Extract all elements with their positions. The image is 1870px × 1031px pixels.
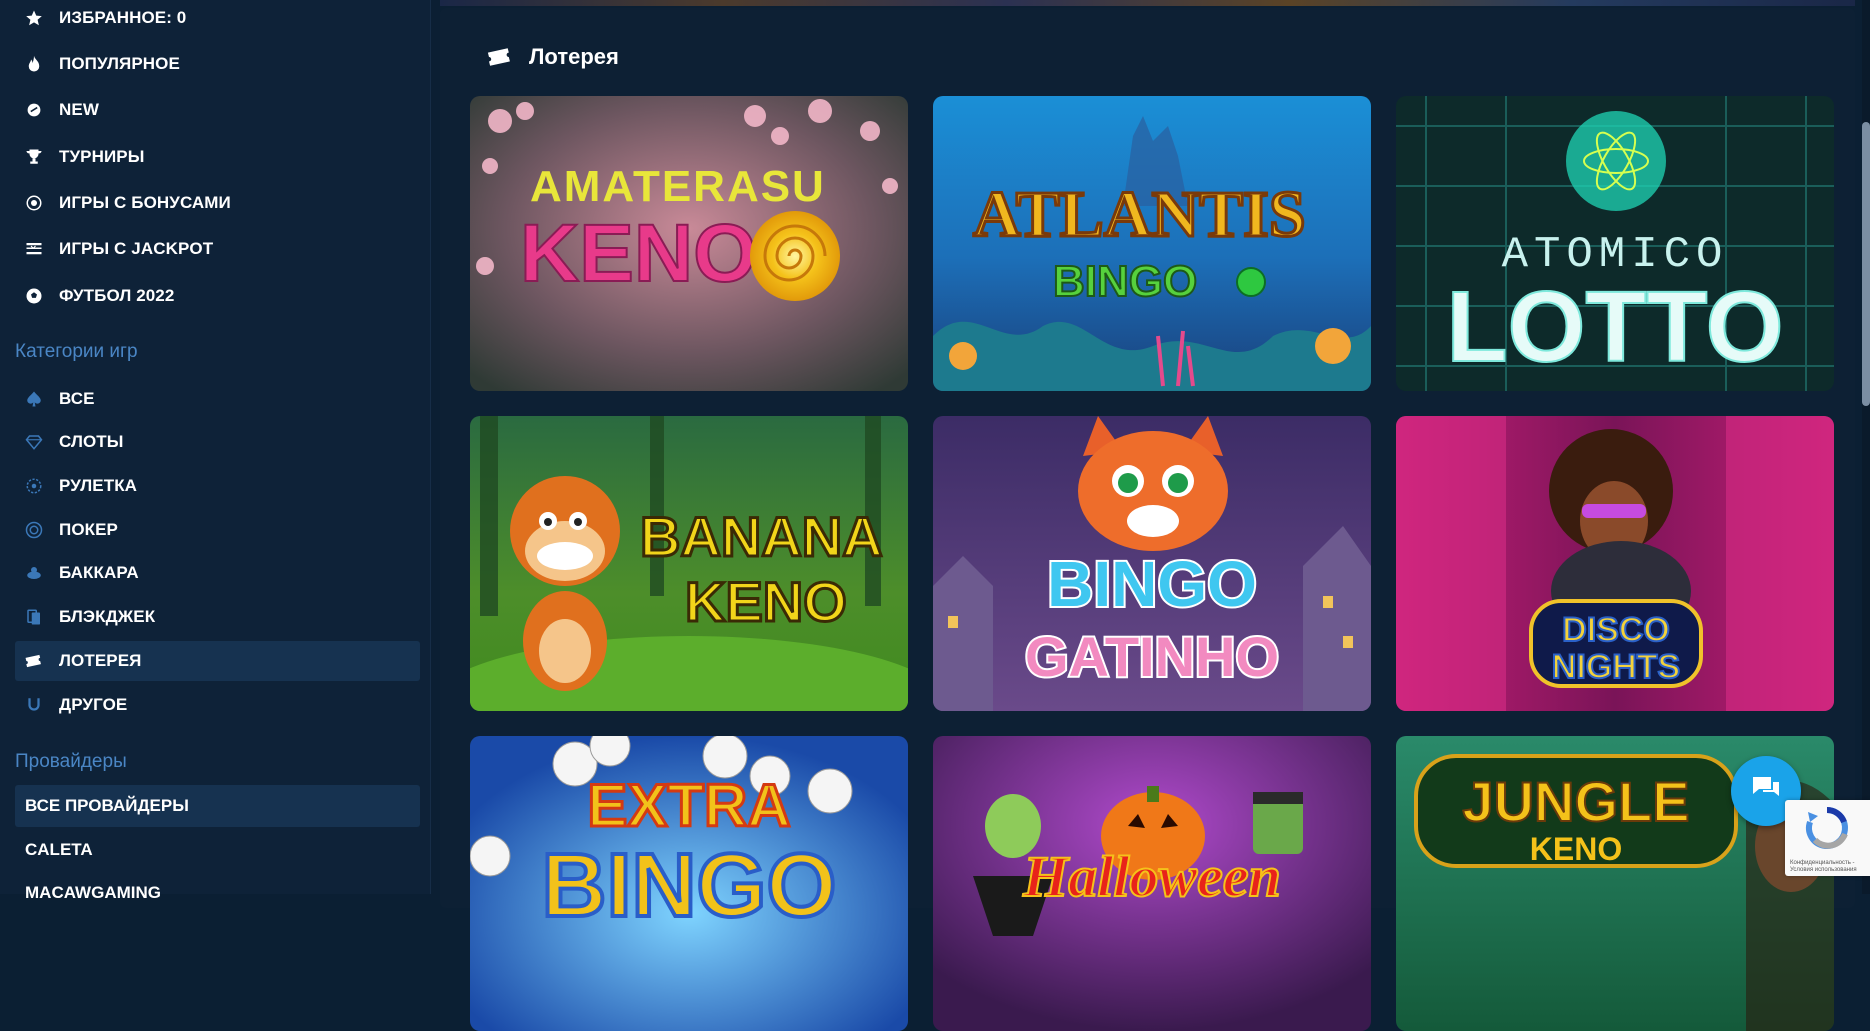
game-title-line1: AMATERASU xyxy=(530,162,826,211)
poker-chip-icon xyxy=(23,519,45,541)
game-title-line1: ATLANTIS xyxy=(973,178,1306,251)
jackpot-icon xyxy=(23,238,45,260)
provider-macawgaming[interactable]: MACAWGAMING xyxy=(15,872,420,914)
nav-favorites[interactable]: ИЗБРАННОЕ: 0 xyxy=(15,0,420,38)
provider-label: CALETA xyxy=(25,840,93,859)
category-roulette[interactable]: РУЛЕТКА xyxy=(15,466,420,506)
nav-label: ТУРНИРЫ xyxy=(59,147,145,166)
new-icon xyxy=(23,99,45,121)
game-tile-atomico-lotto[interactable]: ATOMICO LOTTO xyxy=(1396,96,1834,391)
game-title-line1: BANANA xyxy=(640,505,883,568)
providers-title: Провайдеры xyxy=(15,751,127,772)
category-baccarat[interactable]: БАККАРА xyxy=(15,553,420,593)
nav-bonus-games[interactable]: ИГРЫ С БОНУСАМИ xyxy=(15,183,420,223)
scrollbar-thumb[interactable] xyxy=(1862,122,1870,406)
game-title-line1: EXTRA xyxy=(587,772,790,839)
game-tile-halloween[interactable]: Halloween xyxy=(933,736,1371,1031)
nav-popular[interactable]: ПОПУЛЯРНОЕ xyxy=(15,44,420,84)
nav-label: ИГРЫ С JACKPOT xyxy=(59,239,214,258)
ticket-icon xyxy=(485,46,515,68)
game-title-line1: JUNGLE xyxy=(1462,770,1689,833)
provider-caleta[interactable]: CALETA xyxy=(15,829,420,871)
nav-label: ИГРЫ С БОНУСАМИ xyxy=(59,193,231,212)
cards-icon xyxy=(23,606,45,628)
provider-label: ВСЕ ПРОВАЙДЕРЫ xyxy=(25,796,189,815)
ticket-icon xyxy=(23,650,45,672)
recaptcha-text: Конфиденциальность - Условия использован… xyxy=(1790,860,1857,873)
game-title-line2: BINGO xyxy=(1053,257,1197,306)
game-tile-bingo-gatinho[interactable]: BINGO GATINHO xyxy=(933,416,1371,711)
fire-icon xyxy=(23,53,45,75)
game-title-line2: LOTTO xyxy=(1446,271,1783,383)
category-label: ЛОТЕРЕЯ xyxy=(59,651,142,670)
game-tile-atlantis-bingo[interactable]: ATLANTIS BINGO xyxy=(933,96,1371,391)
provider-label: MACAWGAMING xyxy=(25,883,161,902)
game-title-line1: Halloween xyxy=(1022,844,1281,909)
nav-label: ИЗБРАННОЕ: 0 xyxy=(59,8,187,27)
category-label: ДРУГОЕ xyxy=(59,695,128,714)
nav-label: ФУТБОЛ 2022 xyxy=(59,286,175,305)
game-title-line2: KENO xyxy=(520,208,757,299)
game-tile-amaterasu-keno[interactable]: AMATERASU KENO xyxy=(470,96,908,391)
chat-icon xyxy=(1750,774,1782,809)
game-title-line2: KENO xyxy=(685,570,847,633)
nav-jackpot-games[interactable]: ИГРЫ С JACKPOT xyxy=(15,229,420,269)
category-blackjack[interactable]: БЛЭКДЖЕК xyxy=(15,597,420,637)
sidebar: ИЗБРАННОЕ: 0 ПОПУЛЯРНОЕ NEW ТУРНИРЫ ИГРЫ… xyxy=(0,0,431,902)
game-tile-extra-bingo[interactable]: EXTRA BINGO xyxy=(470,736,908,1031)
category-label: БАККАРА xyxy=(59,563,139,582)
category-lottery[interactable]: ЛОТЕРЕЯ xyxy=(15,641,420,681)
game-title-line2: KENO xyxy=(1530,831,1622,867)
category-label: БЛЭКДЖЕК xyxy=(59,607,156,626)
recaptcha-badge: Конфиденциальность - Условия использован… xyxy=(1785,800,1870,876)
nav-tournaments[interactable]: ТУРНИРЫ xyxy=(15,137,420,177)
category-label: РУЛЕТКА xyxy=(59,476,138,495)
categories-title: Категории игр xyxy=(15,341,138,362)
category-label: ВСЕ xyxy=(59,389,95,408)
recaptcha-icon xyxy=(1805,806,1848,849)
game-tile-disco-nights[interactable]: DISCO NIGHTS xyxy=(1396,416,1834,711)
game-title-line1: DISCO xyxy=(1562,611,1670,649)
roulette-icon xyxy=(23,475,45,497)
football-icon xyxy=(23,285,45,307)
game-title-line1: BINGO xyxy=(1047,548,1257,620)
category-other[interactable]: ДРУГОЕ xyxy=(15,685,420,725)
category-poker[interactable]: ПОКЕР xyxy=(15,510,420,550)
category-label: ПОКЕР xyxy=(59,520,118,539)
diamond-icon xyxy=(23,431,45,453)
provider-all[interactable]: ВСЕ ПРОВАЙДЕРЫ xyxy=(15,785,420,827)
spade-icon xyxy=(23,388,45,410)
horseshoe-icon xyxy=(23,694,45,716)
category-slots[interactable]: СЛОТЫ xyxy=(15,422,420,462)
nav-new[interactable]: NEW xyxy=(15,90,420,130)
category-all[interactable]: ВСЕ xyxy=(15,379,420,419)
star-icon xyxy=(23,7,45,29)
nav-label: ПОПУЛЯРНОЕ xyxy=(59,54,180,73)
banner-strip xyxy=(440,0,1855,6)
game-tile-banana-keno[interactable]: BANANA KENO xyxy=(470,416,908,711)
page-title: Лотерея xyxy=(529,44,619,69)
cat-illustration xyxy=(1078,416,1228,551)
nav-football-2022[interactable]: ФУТБОЛ 2022 xyxy=(15,276,420,316)
game-title-line2: GATINHO xyxy=(1025,625,1279,688)
nav-label: NEW xyxy=(59,100,99,119)
game-title-line2: NIGHTS xyxy=(1552,648,1680,686)
game-title-line2: BINGO xyxy=(541,836,836,936)
bonus-icon xyxy=(23,192,45,214)
category-label: СЛОТЫ xyxy=(59,432,124,451)
baccarat-icon xyxy=(23,562,45,584)
section-heading: Лотерея xyxy=(485,42,619,72)
trophy-icon xyxy=(23,146,45,168)
